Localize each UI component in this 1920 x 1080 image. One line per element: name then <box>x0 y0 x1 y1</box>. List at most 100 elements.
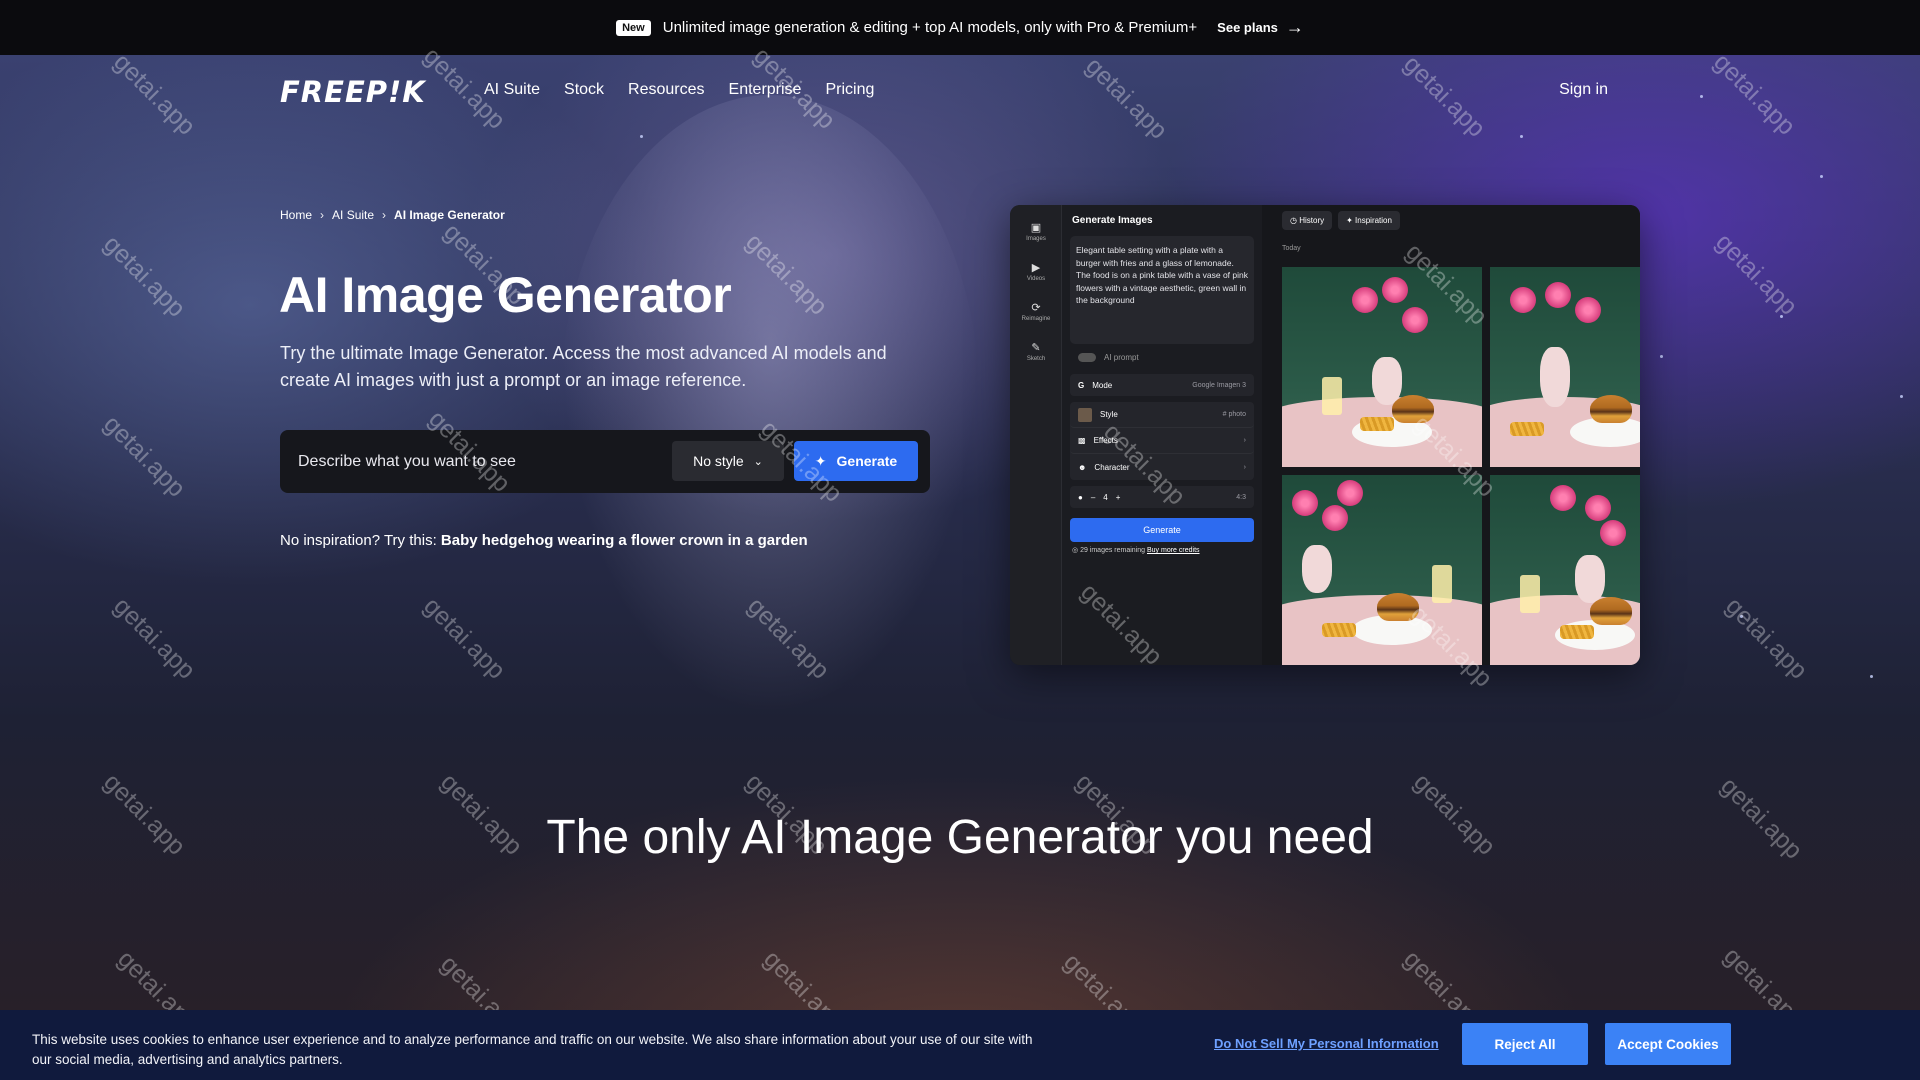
prompt-box: No style ⌄ ✦ Generate <box>280 430 930 493</box>
mockup-tabs: ◷ History ✦ Inspiration <box>1282 211 1400 230</box>
cookie-banner: This website uses cookies to enhance use… <box>0 1010 1920 1080</box>
arrow-right-icon: → <box>1285 17 1304 37</box>
mockup-generate-panel: Generate Images Elegant table setting wi… <box>1062 205 1262 665</box>
mockup-result-image <box>1490 267 1640 467</box>
mockup-sidebar-videos: ▶ Videos <box>1010 251 1062 291</box>
reject-all-button[interactable]: Reject All <box>1462 1023 1588 1065</box>
generate-button[interactable]: ✦ Generate <box>794 441 918 481</box>
inspiration-line: No inspiration? Try this: Baby hedgehog … <box>280 532 808 549</box>
breadcrumb-home[interactable]: Home <box>280 208 312 222</box>
mockup-count-ratio-row: ● – 4 + 4:3 <box>1070 486 1254 508</box>
mockup-mode-value: Google Imagen 3 <box>1192 381 1246 389</box>
promo-bar: New Unlimited image generation & editing… <box>0 0 1920 55</box>
toggle-icon <box>1078 352 1096 362</box>
mockup-tab-history: ◷ History <box>1282 211 1333 230</box>
magic-wand-icon: ✦ <box>814 452 827 469</box>
new-badge: New <box>616 19 651 36</box>
effects-icon: ▩ <box>1078 436 1086 445</box>
mockup-count-value: 4 <box>1103 492 1108 502</box>
chevron-right-icon: › <box>1243 437 1246 444</box>
mockup-remaining-text: 29 images remaining <box>1080 547 1146 554</box>
settings-icon: ● <box>1078 492 1083 502</box>
nav-link-ai-suite[interactable]: AI Suite <box>484 81 540 99</box>
mockup-sidebar: ▣ Images ▶ Videos ⟳ Reimagine ✎ Sketch <box>1010 205 1062 665</box>
mockup-effects-label: Effects <box>1093 436 1118 445</box>
sparkle-icon: ✦ <box>1346 216 1353 225</box>
chevron-down-icon: ⌄ <box>753 455 763 468</box>
cookie-message: This website uses cookies to enhance use… <box>32 1032 1033 1067</box>
mockup-ai-prompt-toggle: AI prompt <box>1070 346 1254 368</box>
style-dropdown[interactable]: No style ⌄ <box>672 441 784 481</box>
coin-icon: ◎ <box>1072 547 1079 554</box>
mockup-ai-prompt-label: AI prompt <box>1104 352 1139 362</box>
chevron-right-icon: › <box>1243 463 1246 471</box>
mockup-gallery: ◷ History ✦ Inspiration Today <box>1262 205 1640 665</box>
mockup-style-row: Style # photo <box>1070 402 1254 428</box>
prompt-input[interactable] <box>298 452 648 471</box>
mockup-sidebar-label: Videos <box>1026 275 1046 282</box>
mockup-remaining-credits: ◎ 29 images remaining Buy more credits <box>1062 546 1262 554</box>
nav-link-resources[interactable]: Resources <box>628 81 704 99</box>
mockup-character-label: Character <box>1094 462 1130 472</box>
nav-links: AI Suite Stock Resources Enterprise Pric… <box>484 81 874 99</box>
do-not-sell-link[interactable]: Do Not Sell My Personal Information <box>1214 1036 1439 1051</box>
see-plans-link[interactable]: See plans → <box>1217 17 1304 38</box>
style-dropdown-value: No style <box>693 453 744 469</box>
breadcrumb-current: AI Image Generator <box>394 208 505 222</box>
freepik-logo[interactable]: FREEP!K <box>280 75 426 109</box>
hero-face-artwork <box>560 95 980 715</box>
mockup-ratio-value: 4:3 <box>1236 493 1246 501</box>
mockup-tab-label: Inspiration <box>1355 216 1392 225</box>
mockup-effects-row: ▩ Effects › <box>1070 428 1254 454</box>
style-thumb-icon <box>1078 407 1092 422</box>
chevron-right-icon: › <box>382 208 387 222</box>
mockup-sidebar-sketch: ✎ Sketch <box>1010 331 1062 371</box>
top-navbar: FREEP!K AI Suite Stock Resources Enterpr… <box>0 55 1920 125</box>
accept-cookies-button[interactable]: Accept Cookies <box>1605 1023 1731 1065</box>
mockup-today-label: Today <box>1282 245 1301 252</box>
mockup-buy-credits-link: Buy more credits <box>1147 547 1200 554</box>
section-heading: The only AI Image Generator you need <box>546 811 1374 864</box>
video-icon: ▶ <box>1031 261 1041 274</box>
refresh-icon: ⟳ <box>1031 301 1041 314</box>
mockup-generate-button: Generate <box>1070 518 1254 542</box>
chevron-right-icon: › <box>320 208 325 222</box>
breadcrumb: Home › AI Suite › AI Image Generator <box>280 208 505 222</box>
nav-link-enterprise[interactable]: Enterprise <box>729 81 802 99</box>
mockup-options-group: Style # photo ▩ Effects › ☻ Character › <box>1070 402 1254 480</box>
nav-link-pricing[interactable]: Pricing <box>825 81 874 99</box>
mockup-result-image <box>1490 475 1640 665</box>
mockup-tab-label: History <box>1299 216 1325 225</box>
mockup-character-row: ☻ Character › <box>1070 454 1254 480</box>
page-title: AI Image Generator <box>279 267 732 323</box>
plus-icon: + <box>1115 492 1121 502</box>
promo-message: Unlimited image generation & editing + t… <box>662 19 1198 36</box>
app-preview-mockup: ▣ Images ▶ Videos ⟳ Reimagine ✎ Sketch Gener… <box>1010 205 1640 665</box>
pencil-icon: ✎ <box>1031 341 1041 354</box>
breadcrumb-ai-suite[interactable]: AI Suite <box>332 208 374 222</box>
mockup-sidebar-reimagine: ⟳ Reimagine <box>1010 291 1062 331</box>
google-icon: G <box>1078 380 1085 390</box>
inspiration-prefix: No inspiration? Try this: <box>280 532 437 549</box>
minus-icon: – <box>1090 492 1096 502</box>
mockup-style-value: # photo <box>1222 411 1246 418</box>
generate-button-label: Generate <box>836 453 898 469</box>
user-icon: ☻ <box>1078 462 1087 472</box>
mockup-prompt-text: Elegant table setting with a plate with … <box>1070 236 1254 344</box>
mockup-sidebar-label: Reimagine <box>1021 315 1051 322</box>
mockup-sidebar-images: ▣ Images <box>1010 211 1062 251</box>
mockup-sidebar-label: Images <box>1026 235 1046 242</box>
inspiration-example-link[interactable]: Baby hedgehog wearing a flower crown in … <box>441 532 808 549</box>
mockup-result-image <box>1282 267 1482 467</box>
mockup-sidebar-label: Sketch <box>1026 355 1046 362</box>
mockup-result-image <box>1282 475 1482 665</box>
nav-link-stock[interactable]: Stock <box>564 81 604 99</box>
page-subtitle: Try the ultimate Image Generator. Access… <box>280 343 887 390</box>
mockup-tab-inspiration: ✦ Inspiration <box>1338 211 1400 230</box>
mockup-mode-label: Mode <box>1092 380 1113 390</box>
mockup-style-label: Style <box>1100 410 1118 419</box>
history-icon: ◷ <box>1290 216 1297 225</box>
mockup-panel-title: Generate Images <box>1072 215 1153 226</box>
sign-in-link[interactable]: Sign in <box>1559 81 1608 99</box>
mockup-mode-row: G Mode Google Imagen 3 <box>1070 374 1254 396</box>
